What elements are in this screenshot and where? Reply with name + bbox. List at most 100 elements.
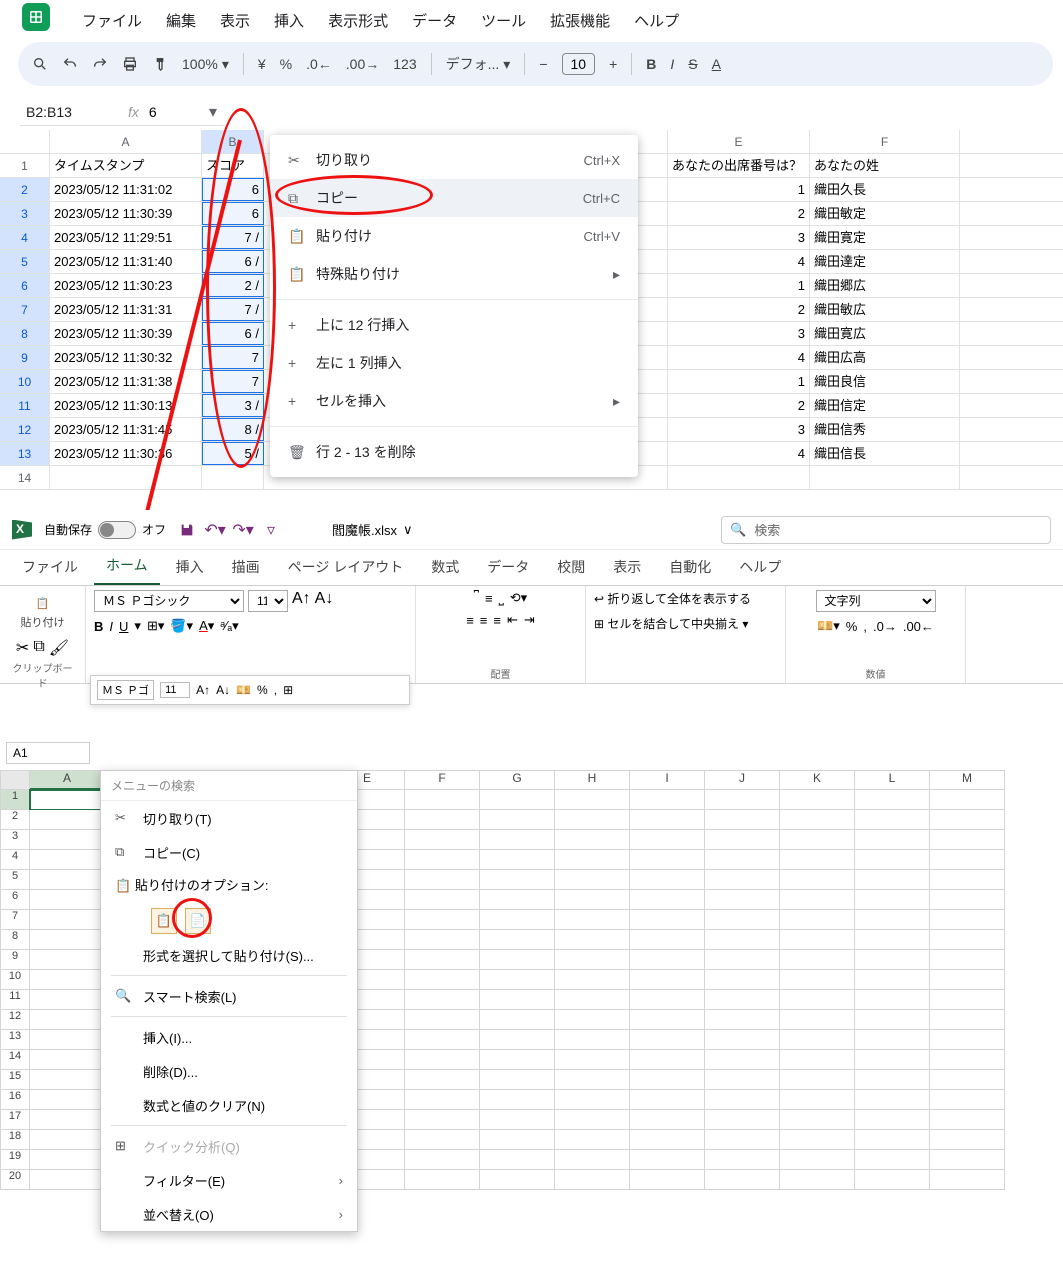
cell[interactable] [780, 1130, 855, 1150]
cell[interactable]: 5 / [202, 442, 264, 465]
cell[interactable] [855, 790, 930, 810]
ctx-delete-rows[interactable]: 🗑 行 2 - 13 を削除 [270, 433, 638, 471]
filename[interactable]: 閻魔帳.xlsx∨ [332, 520, 413, 539]
cell[interactable] [780, 830, 855, 850]
cell[interactable] [780, 1070, 855, 1090]
cell[interactable] [705, 1050, 780, 1070]
fontsize-input[interactable]: 10 [562, 53, 596, 75]
cell[interactable]: 2 [668, 202, 810, 225]
cell[interactable] [810, 466, 960, 489]
cell[interactable]: 2 [668, 394, 810, 417]
cell[interactable] [780, 910, 855, 930]
cell[interactable] [780, 1170, 855, 1190]
cell[interactable] [705, 1010, 780, 1030]
row-header[interactable]: 4 [0, 850, 30, 870]
cell[interactable] [405, 890, 480, 910]
cell[interactable] [555, 870, 630, 890]
row-header-14[interactable]: 14 [0, 466, 50, 489]
cell[interactable]: 6 [202, 178, 264, 201]
qat-dropdown-icon[interactable]: ▿ [262, 521, 280, 539]
cell[interactable] [30, 810, 105, 830]
cell[interactable] [855, 930, 930, 950]
tab-help[interactable]: ヘルプ [727, 549, 793, 585]
cell[interactable] [930, 1110, 1005, 1130]
chevron-down-icon[interactable]: ∨ [403, 522, 413, 538]
row-header[interactable]: 7 [0, 910, 30, 930]
row-header[interactable]: 15 [0, 1070, 30, 1090]
cell[interactable] [555, 970, 630, 990]
tab-view[interactable]: 表示 [601, 549, 653, 585]
cell[interactable]: 1 [668, 274, 810, 297]
ctx-paste[interactable]: 📋 貼り付け Ctrl+V [270, 217, 638, 255]
cell[interactable]: 織田敏定 [810, 202, 960, 225]
comma-format-icon[interactable]: , [863, 619, 867, 634]
cell[interactable]: 1 [668, 370, 810, 393]
italic-button[interactable]: I [109, 619, 113, 634]
cell[interactable] [480, 910, 555, 930]
font-color-icon[interactable]: A▾ [199, 618, 214, 634]
cell[interactable] [855, 950, 930, 970]
cell[interactable] [30, 1170, 105, 1190]
cell[interactable] [855, 1170, 930, 1190]
cell[interactable]: 6 / [202, 250, 264, 273]
cell[interactable] [705, 990, 780, 1010]
col-header[interactable]: A [30, 770, 105, 790]
row-header[interactable]: 6 [0, 274, 50, 297]
comma-icon[interactable]: , [274, 683, 277, 697]
cell[interactable] [630, 1110, 705, 1130]
align-right-icon[interactable]: ≡ [493, 613, 501, 628]
row-header[interactable]: 5 [0, 250, 50, 273]
font-select[interactable]: ＭＳ Ｐゴシック [94, 590, 244, 612]
cell[interactable] [780, 1010, 855, 1030]
cell[interactable]: 2023/05/12 11:31:31 [50, 298, 202, 321]
cell[interactable] [555, 950, 630, 970]
cell[interactable] [855, 1150, 930, 1170]
cell[interactable] [480, 1110, 555, 1130]
redo-icon[interactable] [92, 56, 108, 72]
cell[interactable] [555, 1050, 630, 1070]
cell[interactable]: 織田久長 [810, 178, 960, 201]
cell[interactable] [30, 890, 105, 910]
row-header[interactable]: 9 [0, 950, 30, 970]
cell[interactable] [780, 970, 855, 990]
search-box[interactable]: 🔍 検索 [721, 516, 1051, 544]
row-header[interactable]: 5 [0, 870, 30, 890]
row-header[interactable]: 16 [0, 1090, 30, 1110]
percent-format[interactable]: % [280, 56, 292, 72]
cell[interactable] [668, 466, 810, 489]
toggle-icon[interactable] [98, 521, 136, 539]
cell[interactable] [855, 1130, 930, 1150]
increase-font-icon[interactable]: A↑ [196, 683, 210, 697]
cell[interactable] [480, 810, 555, 830]
cell[interactable] [630, 1150, 705, 1170]
ctx-insert[interactable]: 挿入(I)... [101, 1020, 357, 1054]
cell[interactable] [705, 870, 780, 890]
cell[interactable] [30, 1050, 105, 1070]
row-header[interactable]: 19 [0, 1150, 30, 1170]
menu-tools[interactable]: ツール [469, 6, 538, 35]
cell[interactable]: 2023/05/12 11:30:39 [50, 322, 202, 345]
cell[interactable] [555, 1030, 630, 1050]
bold-button[interactable]: B [646, 56, 656, 72]
ctx-copy[interactable]: ⧉コピー(C) [101, 835, 357, 869]
menu-insert[interactable]: 挿入 [262, 6, 316, 35]
cell[interactable] [930, 990, 1005, 1010]
cell[interactable] [555, 1170, 630, 1190]
cell[interactable] [855, 810, 930, 830]
cell[interactable] [480, 850, 555, 870]
cell[interactable] [405, 1010, 480, 1030]
cell[interactable] [30, 1070, 105, 1090]
cell[interactable] [855, 830, 930, 850]
percent-format-icon[interactable]: % [846, 619, 858, 634]
increase-font-icon[interactable]: A↑ [292, 590, 311, 612]
cell[interactable] [30, 910, 105, 930]
orientation-icon[interactable]: ⟲▾ [510, 590, 527, 606]
cell[interactable] [480, 950, 555, 970]
redo-icon[interactable]: ↷▾ [234, 521, 252, 539]
fontsize-increase[interactable]: + [609, 56, 617, 72]
autosave-toggle[interactable]: 自動保存 オフ [44, 521, 166, 539]
align-left-icon[interactable]: ≡ [466, 613, 474, 628]
ctx-paste-special[interactable]: 形式を選択して貼り付け(S)... [101, 938, 357, 972]
phonetic-icon[interactable]: ᵃ⁄ₐ▾ [220, 618, 238, 634]
menu-extensions[interactable]: 拡張機能 [538, 6, 622, 35]
